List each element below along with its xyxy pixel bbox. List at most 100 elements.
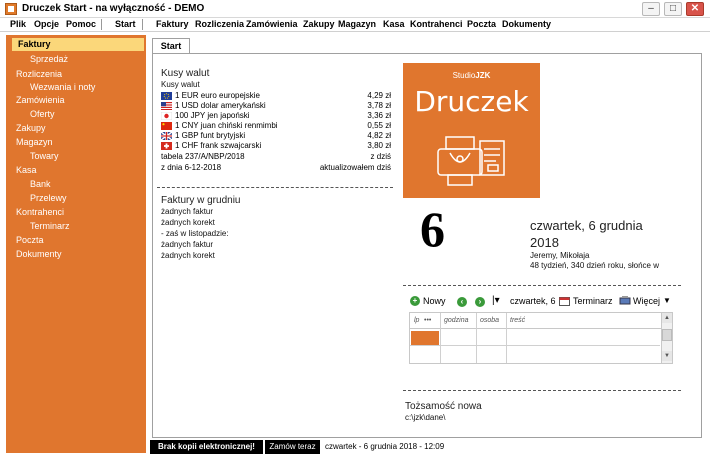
menu-dokumenty[interactable]: Dokumenty	[502, 19, 551, 29]
sidebar-item-dokumenty[interactable]: Dokumenty	[10, 248, 144, 261]
currency-value: 3,36 zł	[367, 111, 391, 120]
sidebar-item-magazyn[interactable]: Magazyn	[10, 136, 144, 149]
currency-name: 100 JPY jen japoński	[175, 111, 250, 120]
backup-warning-badge[interactable]: Brak kopii elektronicznej!	[150, 440, 263, 454]
grid-column-line	[476, 313, 477, 363]
grid-header: lp ••• godzina osoba treść	[410, 313, 672, 329]
sidebar-item-kontrahenci[interactable]: Kontrahenci	[10, 206, 144, 219]
grid-scrollbar[interactable]: ▲ ▼	[661, 313, 672, 363]
sidebar-item-zakupy[interactable]: Zakupy	[10, 122, 144, 135]
sidebar: Faktury Sprzedaż Rozliczenia Wezwania i …	[6, 35, 146, 453]
calendar-name-days: Jeremy, Mikołaja	[530, 251, 590, 260]
schedule-grid[interactable]: lp ••• godzina osoba treść ▲ ▼	[409, 312, 673, 364]
menu-opcje[interactable]: Opcje	[34, 19, 59, 29]
menu-magazyn[interactable]: Magazyn	[338, 19, 376, 29]
currency-name: 1 EUR euro europejskie	[175, 91, 260, 100]
invoices-line: - zaś w listopadzie:	[161, 229, 229, 238]
invoices-line: żadnych korekt	[161, 251, 215, 260]
menu-rozliczenia[interactable]: Rozliczenia	[195, 19, 244, 29]
menu-pomoc[interactable]: Pomoc	[66, 19, 96, 29]
app-icon	[5, 3, 17, 15]
currency-row: 100 JPY jen japoński 3,36 zł	[160, 111, 391, 121]
menu-zakupy[interactable]: Zakupy	[303, 19, 335, 29]
section-divider	[403, 390, 681, 391]
section-divider	[157, 187, 393, 188]
nbp-date-row: z dnia 6-12-2018 aktualizowałem dziś	[161, 163, 391, 173]
currency-row: 1 GBP funt brytyjski 4,82 zł	[160, 131, 391, 141]
grid-header-menu-icon[interactable]: •••	[424, 317, 431, 324]
currency-value: 3,80 zł	[367, 141, 391, 150]
calendar-date: czwartek, 6 grudnia 2018	[530, 217, 643, 251]
grid-selected-row[interactable]	[411, 331, 439, 345]
currency-name: 1 CHF frank szwajcarski	[175, 141, 262, 150]
sidebar-item-oferty[interactable]: Oferty	[30, 108, 144, 121]
sidebar-item-towary[interactable]: Towary	[30, 150, 144, 163]
menu-plik[interactable]: Plik	[10, 19, 26, 29]
sidebar-item-faktury[interactable]: Faktury	[12, 38, 144, 51]
menu-bar: Plik Opcje Pomoc Start Faktury Rozliczen…	[0, 18, 710, 32]
new-entry-button[interactable]: Nowy	[423, 296, 446, 306]
currency-row: 1 EUR euro europejskie 4,29 zł	[161, 91, 391, 101]
menu-separator	[101, 19, 102, 30]
currency-subtitle: Kusy walut	[161, 80, 200, 89]
nbp-table-date: z dnia 6-12-2018	[161, 163, 222, 172]
more-options-icon	[619, 296, 631, 305]
status-datetime: czwartek - 6 grudnia 2018 - 12:09	[325, 442, 445, 451]
more-options-button[interactable]: Więcej	[633, 296, 660, 306]
chevron-down-icon[interactable]: ▼	[663, 296, 671, 305]
order-now-button[interactable]: Zamów teraz	[265, 440, 320, 454]
menu-kontrahenci[interactable]: Kontrahenci	[410, 19, 463, 29]
currency-value: 3,78 zł	[367, 101, 391, 110]
grid-column-line	[440, 313, 441, 363]
menu-poczta[interactable]: Poczta	[467, 19, 496, 29]
menu-zamowienia[interactable]: Zamówienia	[246, 19, 298, 29]
sidebar-item-kasa[interactable]: Kasa	[10, 164, 144, 177]
calendar-year-line: 2018	[530, 235, 559, 250]
invoices-section-title: Faktury w grudniu	[161, 195, 241, 206]
sidebar-item-bank[interactable]: Bank	[30, 178, 144, 191]
previous-day-button[interactable]: ‹	[457, 297, 467, 307]
currency-row: 1 CNY juan chiński renmimbi 0,55 zł	[161, 121, 391, 131]
cn-flag-icon	[161, 122, 172, 130]
section-divider	[403, 285, 681, 286]
sidebar-item-rozliczenia[interactable]: Rozliczenia	[10, 68, 144, 81]
next-day-button[interactable]: ›	[475, 297, 485, 307]
close-button[interactable]: ✕	[686, 2, 704, 16]
jp-flag-icon	[160, 111, 173, 121]
currency-name: 1 USD dolar amerykański	[175, 101, 266, 110]
current-date-label: czwartek, 6	[510, 296, 556, 306]
title-bar: Druczek Start - na wyłączność - DEMO – □…	[0, 0, 710, 18]
sidebar-item-sprzedaz[interactable]: Sprzedaż	[30, 53, 144, 66]
sidebar-item-zamowienia[interactable]: Zamówienia	[10, 94, 144, 107]
menu-faktury[interactable]: Faktury	[156, 19, 189, 29]
grid-column-line	[506, 313, 507, 363]
sidebar-item-wezwania[interactable]: Wezwania i noty	[30, 81, 144, 94]
us-flag-icon	[161, 102, 172, 110]
menu-kasa[interactable]: Kasa	[383, 19, 405, 29]
sidebar-item-przelewy[interactable]: Przelewy	[30, 192, 144, 205]
date-picker-dropdown[interactable]: |▾	[492, 295, 500, 306]
minimize-button[interactable]: –	[642, 2, 660, 16]
nbp-table-source: z dziś	[370, 152, 391, 161]
tab-start[interactable]: Start	[152, 38, 190, 54]
grid-row-line	[410, 345, 660, 346]
scroll-down-button[interactable]: ▼	[662, 351, 672, 361]
menu-separator	[142, 19, 143, 30]
calendar-icon	[559, 297, 570, 306]
currency-row: 1 USD dolar amerykański 3,78 zł	[161, 101, 391, 111]
add-icon: +	[410, 296, 420, 306]
maximize-button[interactable]: □	[664, 2, 682, 16]
scheduler-button[interactable]: Terminarz	[573, 296, 613, 306]
eu-flag-icon	[161, 92, 172, 100]
scroll-up-button[interactable]: ▲	[662, 313, 672, 323]
nbp-table-number: tabela 237/A/NBP/2018	[161, 152, 245, 161]
menu-start[interactable]: Start	[115, 19, 136, 29]
scroll-thumb[interactable]	[662, 329, 672, 341]
sidebar-item-poczta[interactable]: Poczta	[10, 234, 144, 247]
invoices-line: żadnych korekt	[161, 218, 215, 227]
druczek-logo: StudioJZK Druczek	[403, 63, 540, 198]
sidebar-item-terminarz[interactable]: Terminarz	[30, 220, 144, 233]
currency-name: 1 GBP funt brytyjski	[175, 131, 246, 140]
logo-product-name: Druczek	[414, 85, 529, 118]
currency-section-title: Kusy walut	[161, 68, 210, 79]
